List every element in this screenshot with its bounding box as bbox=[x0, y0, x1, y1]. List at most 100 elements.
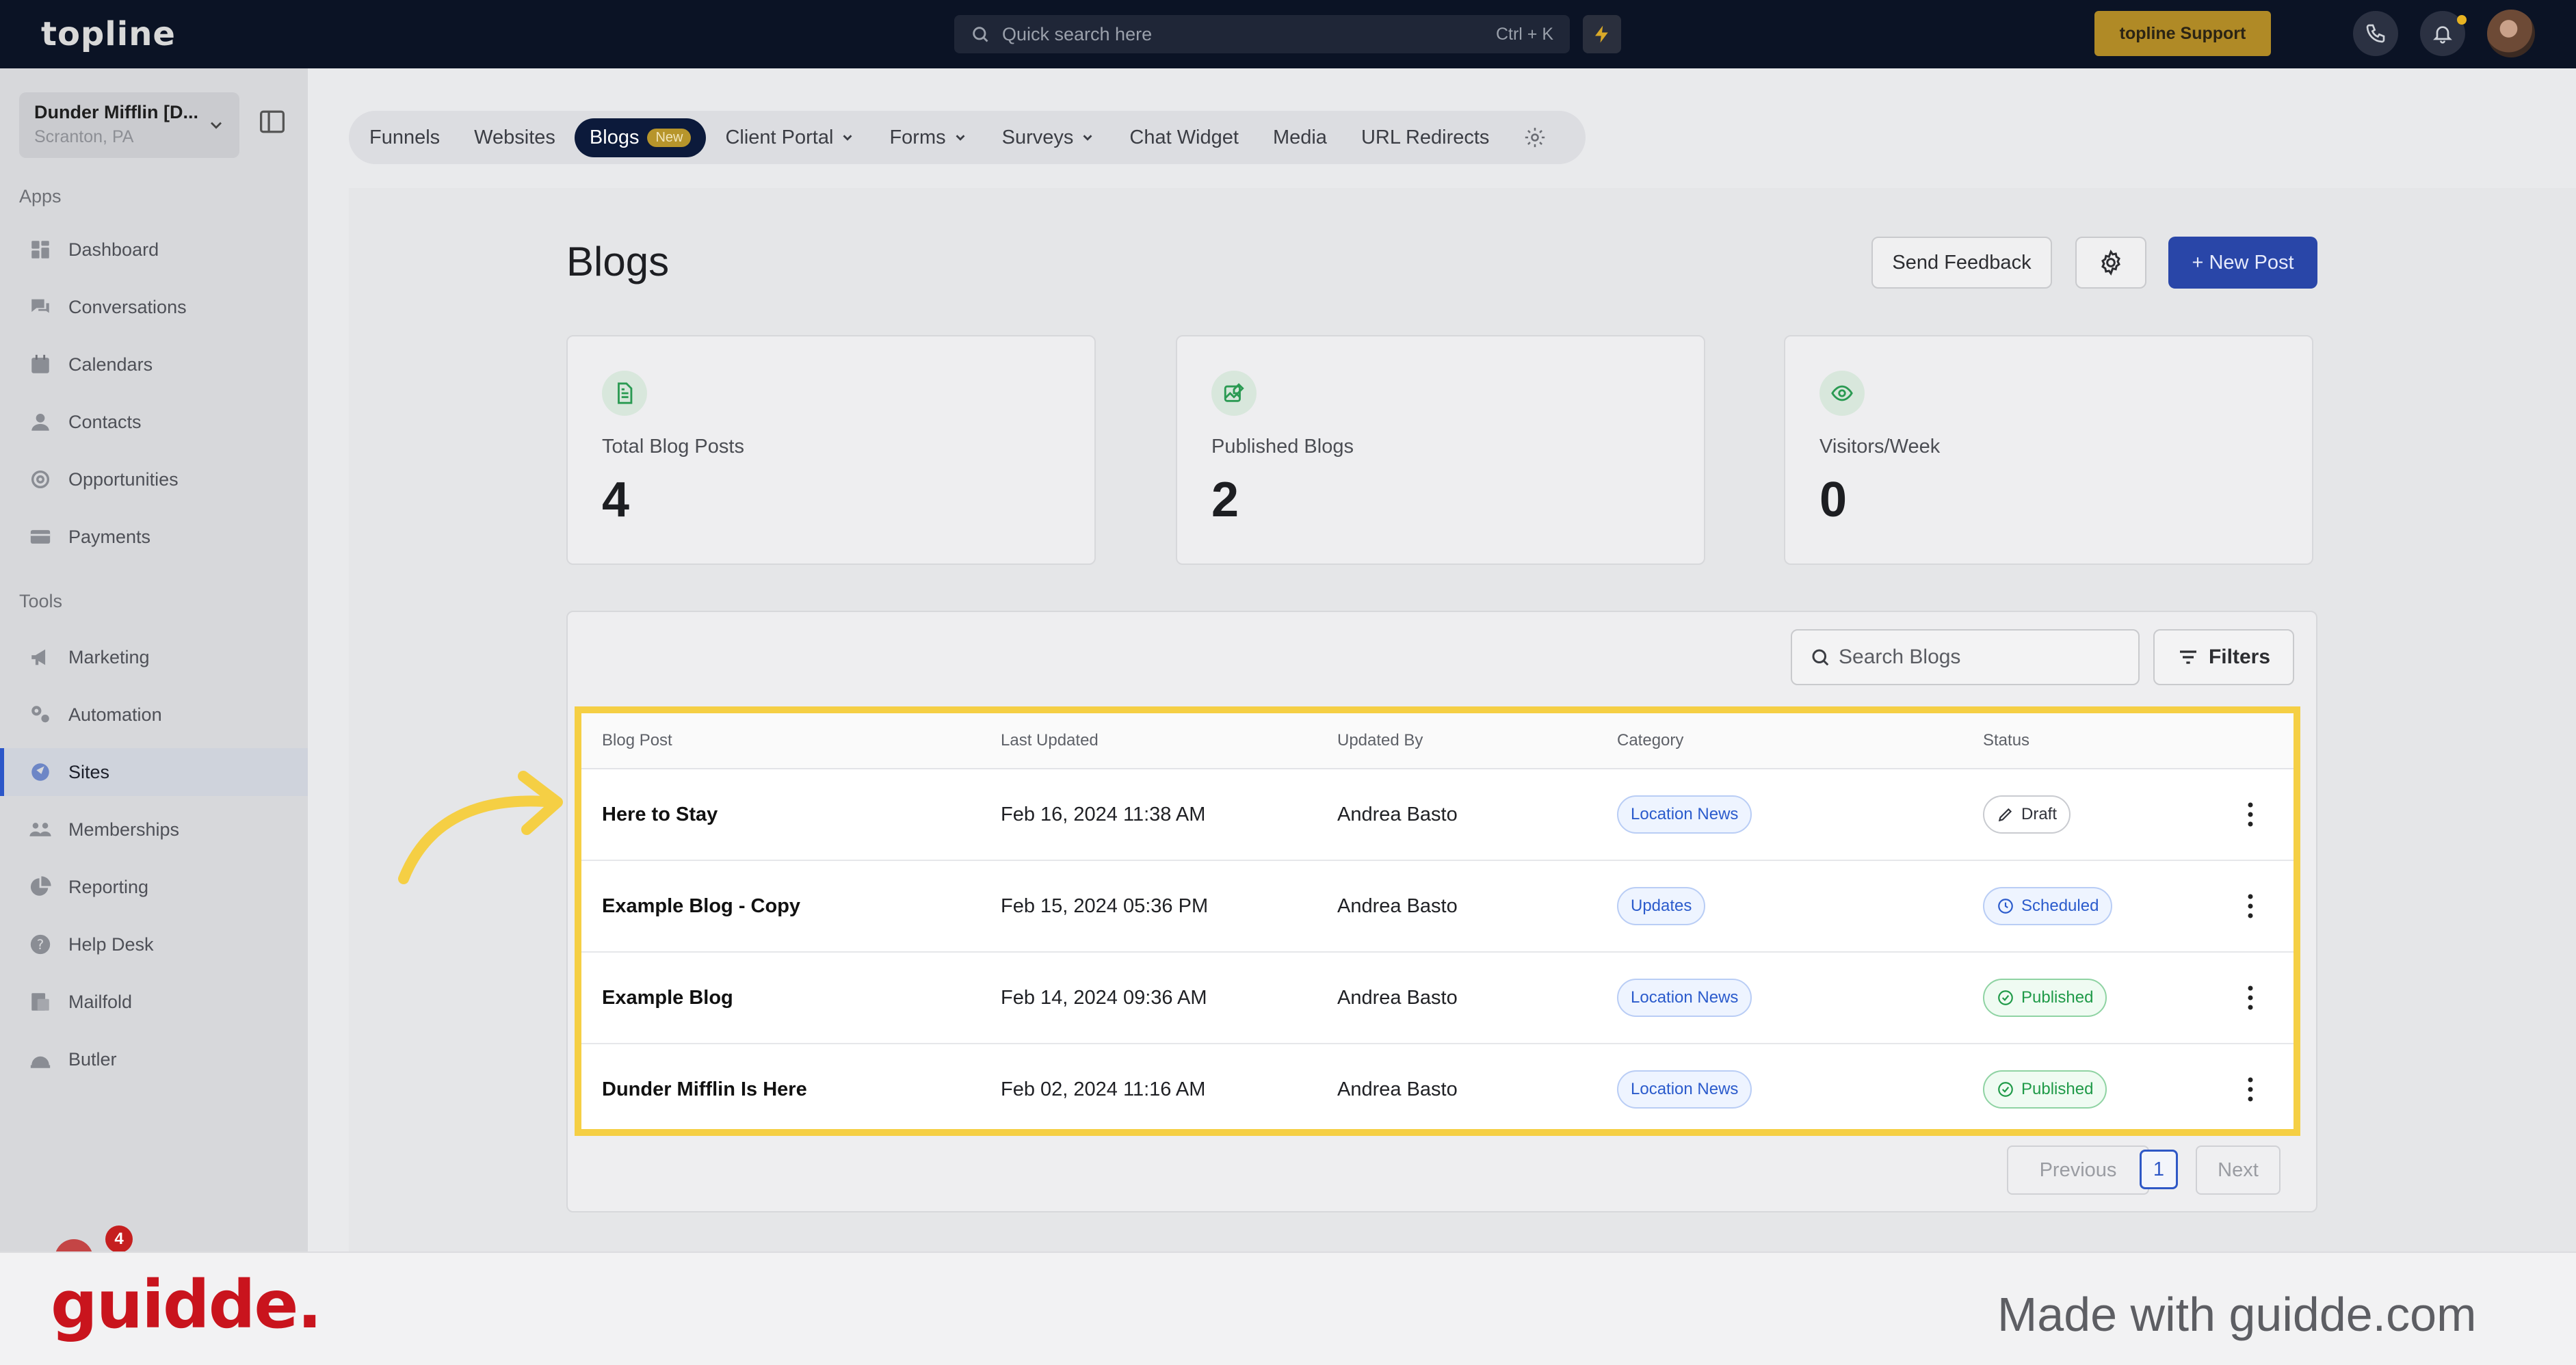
svg-text:?: ? bbox=[37, 937, 44, 953]
tab-funnels[interactable]: Funnels bbox=[369, 127, 440, 149]
stat-value: 0 bbox=[1819, 473, 1848, 527]
tab-websites[interactable]: Websites bbox=[474, 127, 555, 149]
chevron-down-icon bbox=[843, 135, 852, 141]
tab-surveys[interactable]: Surveys bbox=[1002, 127, 1096, 149]
search-blogs-input[interactable]: Search Blogs bbox=[1791, 629, 2140, 685]
updated-by: Andrea Basto bbox=[1337, 987, 1458, 1009]
column-header[interactable]: Blog Post bbox=[602, 731, 672, 750]
support-badge-count: 4 bbox=[105, 1225, 133, 1253]
page-number-button[interactable]: 1 bbox=[2140, 1150, 2178, 1189]
lightning-icon bbox=[1595, 25, 1608, 43]
table-header: Blog Post Last Updated Updated By Catego… bbox=[581, 713, 2294, 769]
tab-client-portal[interactable]: Client Portal bbox=[725, 127, 855, 149]
tab-media[interactable]: Media bbox=[1273, 127, 1327, 149]
person-icon bbox=[31, 413, 49, 431]
eye-icon bbox=[1819, 371, 1865, 416]
previous-page-button[interactable]: Previous bbox=[2007, 1145, 2149, 1195]
sidebar-item-label: Opportunities bbox=[68, 468, 179, 490]
nav-settings-gear-icon[interactable] bbox=[1523, 126, 1547, 149]
made-with-text: Made with guidde.com bbox=[1997, 1288, 2477, 1341]
document-icon bbox=[602, 371, 647, 416]
sidebar-item-butler[interactable]: Butler bbox=[0, 1035, 308, 1083]
sidebar: Dunder Mifflin [D... Scranton, PA Apps D… bbox=[0, 68, 308, 1277]
new-badge: New bbox=[647, 128, 692, 147]
more-vertical-icon[interactable] bbox=[2244, 801, 2257, 828]
updated-by: Andrea Basto bbox=[1337, 895, 1458, 917]
sidebar-item-reporting[interactable]: Reporting bbox=[0, 863, 308, 911]
check-circle-icon bbox=[1998, 990, 2013, 1005]
gear-icon bbox=[2101, 249, 2120, 276]
sidebar-item-label: Help Desk bbox=[68, 933, 154, 955]
sidebar-item-label: Dashboard bbox=[68, 239, 159, 260]
search-icon bbox=[1812, 649, 1829, 666]
blog-title[interactable]: Example Blog bbox=[602, 987, 733, 1009]
tab-forms[interactable]: Forms bbox=[889, 127, 967, 149]
sidebar-item-label: Memberships bbox=[68, 819, 180, 840]
dashboard-icon bbox=[31, 241, 49, 259]
clock-icon bbox=[1998, 899, 2013, 914]
sidebar-item-conversations[interactable]: Conversations bbox=[0, 283, 308, 331]
more-vertical-icon[interactable] bbox=[2244, 892, 2257, 920]
filters-button[interactable]: Filters bbox=[2153, 629, 2294, 685]
butler-icon bbox=[30, 1056, 51, 1068]
sidebar-item-opportunities[interactable]: Opportunities bbox=[0, 455, 308, 503]
blog-title[interactable]: Dunder Mifflin Is Here bbox=[602, 1078, 807, 1101]
tab-chat-widget[interactable]: Chat Widget bbox=[1129, 127, 1239, 149]
sidebar-item-dashboard[interactable]: Dashboard bbox=[0, 226, 308, 274]
blog-title[interactable]: Example Blog - Copy bbox=[602, 895, 800, 918]
table-row[interactable]: Here to Stay Feb 16, 2024 11:38 AM Andre… bbox=[581, 769, 2294, 861]
sidebar-collapse-icon[interactable] bbox=[259, 109, 286, 134]
mail-icon bbox=[31, 993, 49, 1011]
top-bar: topline Quick search here Ctrl + K topli… bbox=[0, 0, 2576, 68]
app-logo[interactable]: topline bbox=[41, 15, 176, 53]
table-row[interactable]: Dunder Mifflin Is Here Feb 02, 2024 11:1… bbox=[581, 1044, 2294, 1136]
tab-blogs-label: Blogs bbox=[589, 126, 640, 148]
pointer-arrow-icon bbox=[398, 771, 563, 884]
blog-settings-button[interactable] bbox=[2075, 237, 2146, 289]
more-vertical-icon[interactable] bbox=[2244, 1076, 2257, 1103]
tab-blogs[interactable]: Blogs New bbox=[574, 118, 707, 157]
sidebar-item-marketing[interactable]: Marketing bbox=[0, 633, 308, 681]
column-header[interactable]: Last Updated bbox=[1001, 731, 1099, 750]
stat-card-published: Published Blogs 2 bbox=[1176, 335, 1705, 565]
sidebar-item-payments[interactable]: Payments bbox=[0, 513, 308, 561]
new-post-button[interactable]: + New Post bbox=[2168, 237, 2317, 289]
sidebar-item-calendars[interactable]: Calendars bbox=[0, 341, 308, 388]
sidebar-item-memberships[interactable]: Memberships bbox=[0, 806, 308, 853]
table-row[interactable]: Example Blog - Copy Feb 15, 2024 05:36 P… bbox=[581, 861, 2294, 953]
sidebar-item-label: Payments bbox=[68, 526, 151, 547]
bell-icon bbox=[2433, 26, 2452, 44]
quick-search-input[interactable]: Quick search here Ctrl + K bbox=[954, 15, 1570, 53]
more-vertical-icon[interactable] bbox=[2244, 984, 2257, 1011]
table-row[interactable]: Example Blog Feb 14, 2024 09:36 AM Andre… bbox=[581, 953, 2294, 1044]
user-avatar[interactable] bbox=[2487, 10, 2535, 57]
tools-heading: Tools bbox=[19, 591, 63, 611]
status-badge: Published bbox=[1983, 979, 2107, 1017]
sites-icon bbox=[31, 763, 49, 781]
support-button[interactable]: topline Support bbox=[2094, 11, 2271, 56]
send-feedback-button[interactable]: Send Feedback bbox=[1871, 237, 2052, 289]
tab-url-redirects[interactable]: URL Redirects bbox=[1361, 127, 1489, 149]
sidebar-item-help-desk[interactable]: ? Help Desk bbox=[0, 920, 308, 968]
status-badge: Draft bbox=[1983, 795, 2071, 834]
category-badge: Updates bbox=[1617, 887, 1706, 925]
notification-dot bbox=[2457, 15, 2467, 25]
sidebar-item-mailfold[interactable]: Mailfold bbox=[0, 978, 308, 1026]
phone-button[interactable] bbox=[2353, 11, 2398, 56]
last-updated: Feb 16, 2024 11:38 AM bbox=[1001, 804, 1206, 825]
column-header[interactable]: Updated By bbox=[1337, 731, 1423, 750]
sidebar-item-label: Sites bbox=[68, 761, 110, 782]
location-switcher[interactable]: Dunder Mifflin [D... Scranton, PA bbox=[19, 92, 239, 158]
stat-value: 4 bbox=[602, 473, 630, 527]
next-page-button[interactable]: Next bbox=[2196, 1145, 2281, 1195]
tab-forms-label: Forms bbox=[889, 126, 946, 148]
column-header[interactable]: Category bbox=[1617, 731, 1683, 750]
sidebar-item-contacts[interactable]: Contacts bbox=[0, 398, 308, 446]
sidebar-item-automation[interactable]: Automation bbox=[0, 691, 308, 739]
stat-card-total-posts: Total Blog Posts 4 bbox=[566, 335, 1096, 565]
sidebar-item-sites[interactable]: Sites bbox=[0, 748, 308, 796]
column-header[interactable]: Status bbox=[1983, 731, 2029, 750]
blog-title[interactable]: Here to Stay bbox=[602, 804, 718, 826]
quick-actions-button[interactable] bbox=[1583, 15, 1621, 53]
status-badge: Scheduled bbox=[1983, 887, 2113, 925]
